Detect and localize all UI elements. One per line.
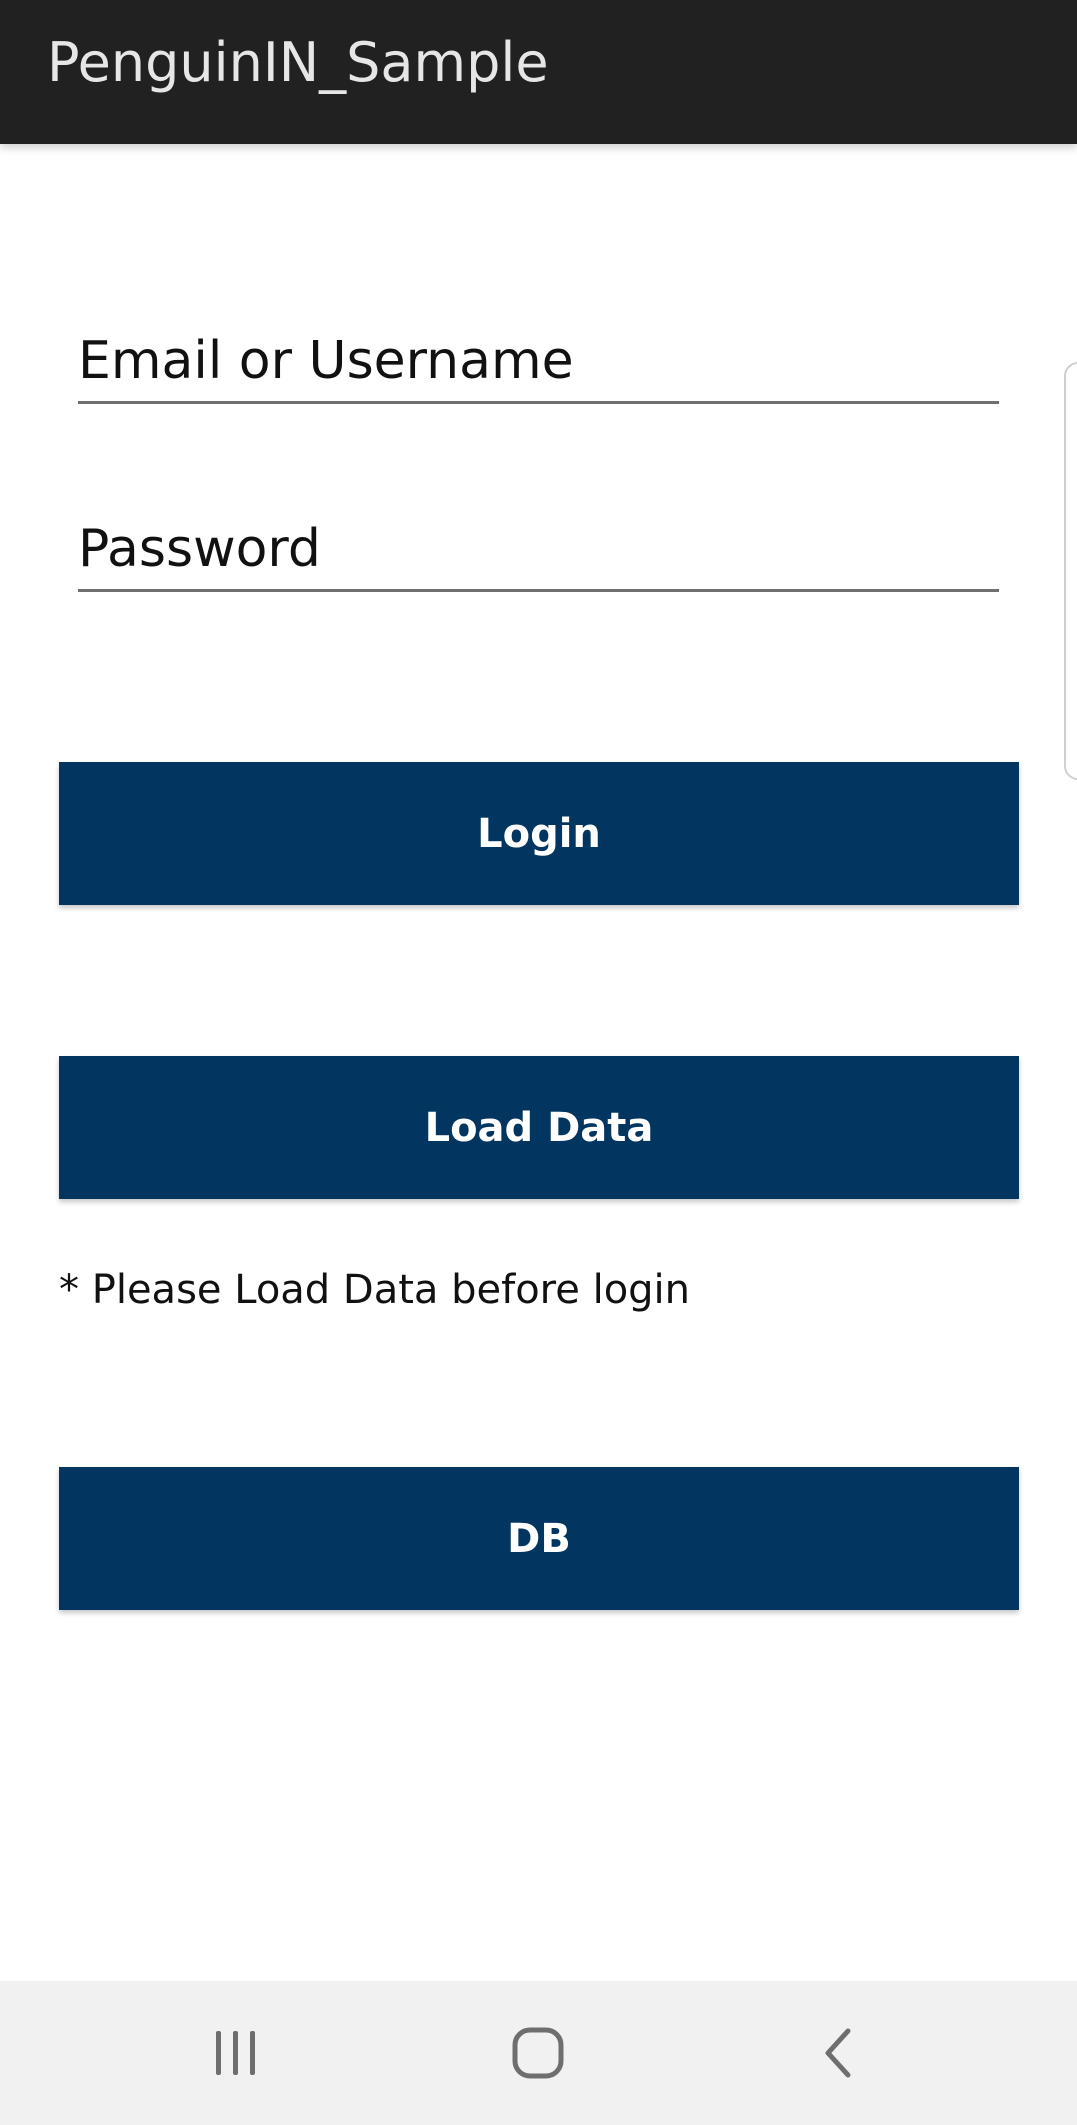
home-icon xyxy=(512,2027,564,2079)
app-bar: PenguinIN_Sample xyxy=(0,0,1077,144)
recent-apps-icon xyxy=(216,2031,255,2075)
app-title: PenguinIN_Sample xyxy=(47,31,549,94)
load-data-button[interactable]: Load Data xyxy=(59,1056,1019,1199)
recent-apps-button[interactable] xyxy=(136,1981,336,2125)
email-field xyxy=(78,329,999,404)
home-button[interactable] xyxy=(438,1981,638,2125)
edge-panel-handle[interactable] xyxy=(1064,362,1077,780)
password-field xyxy=(78,517,999,592)
back-icon xyxy=(825,2028,851,2078)
password-input[interactable] xyxy=(78,517,999,589)
system-navigation-bar xyxy=(0,1981,1077,2125)
login-screen: PenguinIN_Sample Login Load Data * Pleas… xyxy=(0,0,1077,2125)
back-button[interactable] xyxy=(740,1981,940,2125)
load-data-hint: * Please Load Data before login xyxy=(59,1267,691,1313)
db-button[interactable]: DB xyxy=(59,1467,1019,1610)
login-button[interactable]: Login xyxy=(59,762,1019,905)
email-input[interactable] xyxy=(78,329,999,401)
